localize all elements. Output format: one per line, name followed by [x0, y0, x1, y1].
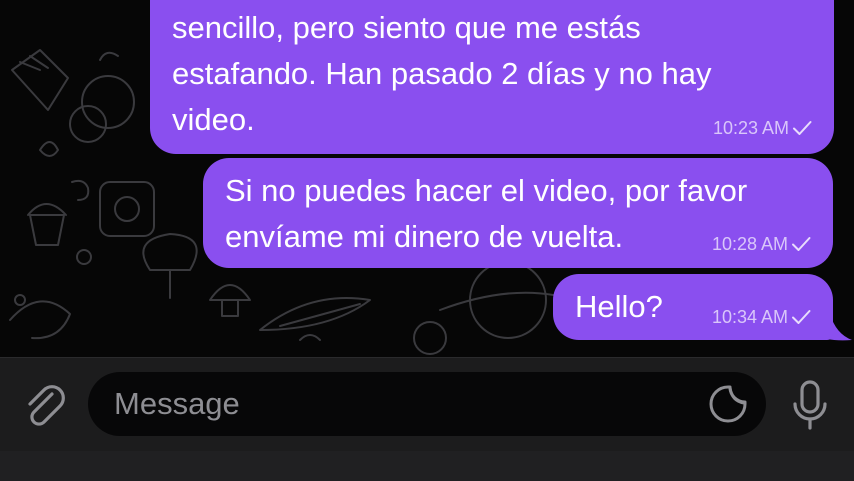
mushroom-doodle [209, 284, 251, 317]
bird-doodle [9, 300, 71, 340]
message-meta: 10:23 AM [713, 118, 812, 138]
message-time: 10:23 AM [712, 118, 789, 138]
message-meta: 10:28 AM [712, 234, 811, 254]
camera-doodle [99, 181, 155, 237]
cupcake-doodle [27, 203, 67, 246]
leaf-doodle [39, 141, 59, 157]
spiral-doodle [71, 179, 90, 201]
sticker-icon[interactable] [708, 384, 748, 424]
message-bubble-outgoing[interactable]: Si no puedes hacer el video, por favor e… [203, 158, 833, 268]
feather-doodle [259, 297, 371, 331]
message-meta: 10:34 AM [712, 307, 811, 327]
message-composer [0, 357, 854, 481]
message-text: Si no puedes hacer el video, por favor [225, 173, 748, 208]
checkmark-icon [793, 121, 812, 135]
message-input-box[interactable] [88, 372, 766, 436]
popcorn-doodle [11, 49, 69, 111]
message-time: 10:34 AM [711, 307, 788, 327]
chat-area[interactable]: sencillo, pero siento que me estás estaf… [0, 0, 854, 357]
paperclip-icon[interactable] [18, 380, 70, 432]
message-time: 10:28 AM [711, 234, 788, 254]
bottom-bar [0, 451, 854, 481]
message-bubble-outgoing[interactable]: Hello? 10:34 AM [553, 274, 833, 340]
message-text: sencillo, pero siento que me estás [172, 10, 641, 45]
message-input[interactable] [114, 372, 674, 436]
checkmark-icon [792, 237, 811, 251]
cloud-doodle [81, 75, 135, 129]
tree-doodle [142, 233, 198, 299]
message-text: estafando. Han pasado 2 días y no hay [172, 56, 712, 91]
star-doodle [76, 249, 92, 265]
message-bubble-outgoing[interactable]: sencillo, pero siento que me estás estaf… [150, 0, 834, 154]
checkmark-icon [792, 310, 811, 324]
microphone-icon[interactable] [786, 378, 834, 434]
